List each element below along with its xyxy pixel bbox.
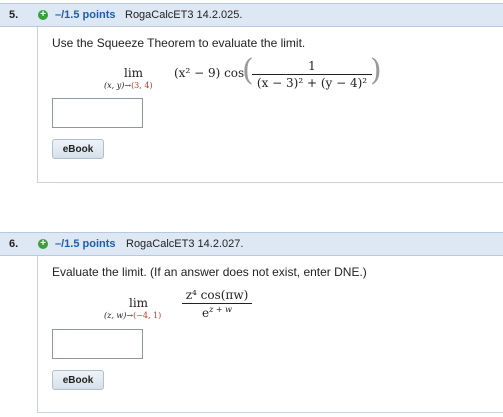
question-5: 5. + –/1.5 points RogaCalcET3 14.2.025. … [0, 0, 503, 183]
question-body: Use the Squeeze Theorem to evaluate the … [37, 27, 503, 183]
fraction-numerator: 1 [308, 59, 316, 73]
question-body: Evaluate the limit. (If an answer does n… [37, 256, 503, 413]
source-label: RogaCalcET3 14.2.025. [125, 9, 243, 21]
points-label: –/1.5 points [55, 238, 116, 250]
limit-approach: (x, y)→(3, 4) [104, 81, 153, 90]
ebook-button[interactable]: eBook [52, 139, 104, 159]
approach-vars: (x, y) [104, 81, 125, 90]
expand-plus-icon[interactable]: + [38, 10, 48, 20]
expand-plus-icon[interactable]: + [38, 239, 48, 249]
question-header: 5. + –/1.5 points RogaCalcET3 14.2.025. [0, 3, 503, 27]
limit-expression: lim (x, y)→(3, 4) (x² − 9) cos ( 1 (x − … [104, 56, 382, 95]
answer-input[interactable] [52, 98, 143, 128]
fraction-numerator: z⁴ cos(πw) [185, 288, 249, 302]
fraction-denominator: (x − 3)² + (y − 4)² [256, 76, 368, 90]
limit-fraction: z⁴ cos(πw) ez + w [182, 288, 252, 324]
question-prompt: Use the Squeeze Theorem to evaluate the … [52, 36, 306, 50]
approach-point: (3, 4) [131, 81, 153, 90]
answer-input[interactable] [52, 329, 143, 359]
fraction-denominator: ez + w [182, 305, 252, 320]
question-header: 6. + –/1.5 points RogaCalcET3 14.2.027. [0, 232, 503, 256]
limit-factor: (x² − 9) cos [174, 66, 245, 80]
points-label: –/1.5 points [55, 9, 116, 21]
question-number: 5. [9, 9, 19, 21]
question-6: 6. + –/1.5 points RogaCalcET3 14.2.027. … [0, 229, 503, 414]
approach-vars: (z, w) [104, 311, 127, 320]
lim-label: lim [124, 66, 144, 80]
fraction-bar [252, 74, 372, 75]
question-prompt: Evaluate the limit. (If an answer does n… [52, 265, 367, 279]
source-label: RogaCalcET3 14.2.027. [126, 238, 244, 250]
cos-fraction: 1 (x − 3)² + (y − 4)² [252, 59, 372, 95]
fraction-bar [182, 303, 252, 304]
limit-approach: (z, w)→(−4, 1) [104, 311, 161, 320]
lim-label: lim [129, 296, 149, 310]
right-paren: ) [370, 53, 382, 88]
question-number: 6. [9, 238, 19, 250]
approach-point: (−4, 1) [133, 311, 162, 320]
limit-expression: lim (z, w)→(−4, 1) z⁴ cos(πw) ez + w [104, 288, 304, 326]
ebook-button[interactable]: eBook [52, 370, 104, 390]
denominator-exponent: z + w [209, 305, 232, 314]
